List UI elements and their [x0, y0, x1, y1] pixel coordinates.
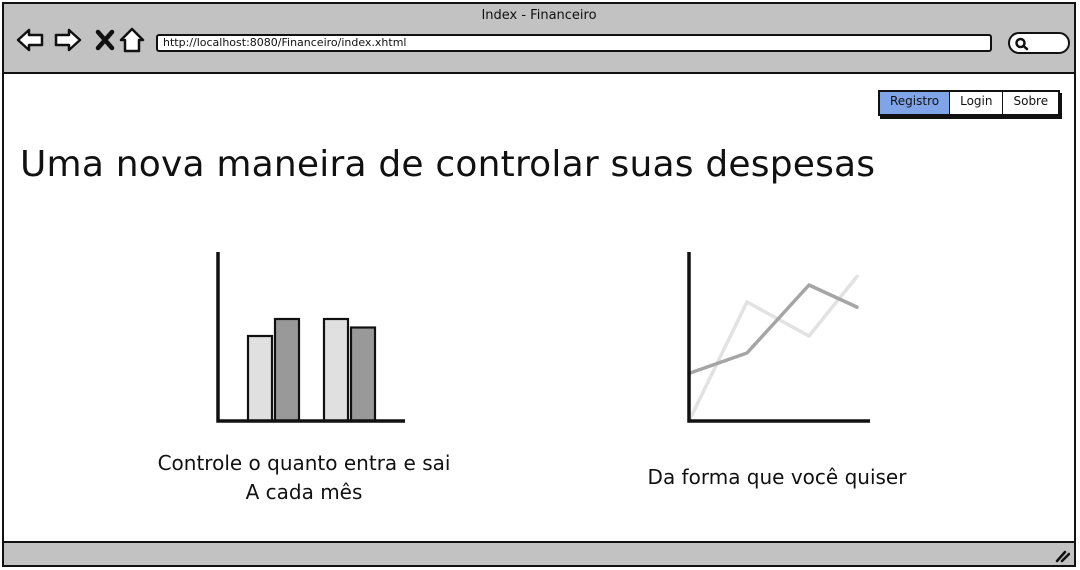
tab-registro[interactable]: Registro	[880, 92, 950, 114]
nav-tab-bar: Registro Login Sobre	[878, 90, 1061, 116]
feature-caption-2: Da forma que você quiser	[602, 463, 952, 492]
window-title: Index - Financeiro	[481, 8, 597, 23]
address-bar[interactable]: http://localhost:8080/Financeiro/index.x…	[156, 34, 992, 52]
bar-s2-g1	[273, 317, 301, 423]
page-headline: Uma nova maneira de controlar suas despe…	[20, 144, 876, 185]
bar-s2-g2	[349, 326, 377, 423]
forward-arrow-icon[interactable]	[54, 26, 82, 54]
bar-s1-g1	[246, 334, 274, 423]
line-chart	[687, 252, 870, 423]
close-x-icon[interactable]	[92, 26, 120, 54]
back-arrow-icon[interactable]	[16, 26, 44, 54]
feature-1-line-2: A cada mês	[245, 480, 363, 504]
bar-chart-axes	[216, 252, 405, 423]
line-series-2	[687, 283, 859, 376]
status-bar	[4, 541, 1074, 565]
feature-1-line-1: Controle o quanto entra e sai	[157, 451, 451, 475]
address-text: http://localhost:8080/Financeiro/index.x…	[163, 36, 407, 49]
title-bar: Index - Financeiro http://localhost:8080…	[4, 4, 1074, 74]
bar-s1-g2	[322, 317, 350, 423]
browser-window: Index - Financeiro http://localhost:8080…	[2, 2, 1076, 567]
search-field[interactable]	[1008, 32, 1070, 54]
resize-grip-icon[interactable]	[1054, 547, 1070, 563]
line-chart-axes	[687, 252, 870, 423]
line-series-1	[687, 274, 859, 423]
bar-chart	[216, 252, 405, 423]
home-icon[interactable]	[118, 26, 146, 54]
search-icon	[1015, 37, 1029, 51]
tab-login[interactable]: Login	[949, 92, 1003, 114]
tab-sobre[interactable]: Sobre	[1002, 92, 1059, 114]
feature-2-line-1: Da forma que você quiser	[647, 465, 907, 489]
feature-caption-1: Controle o quanto entra e sai A cada mês	[129, 449, 479, 507]
